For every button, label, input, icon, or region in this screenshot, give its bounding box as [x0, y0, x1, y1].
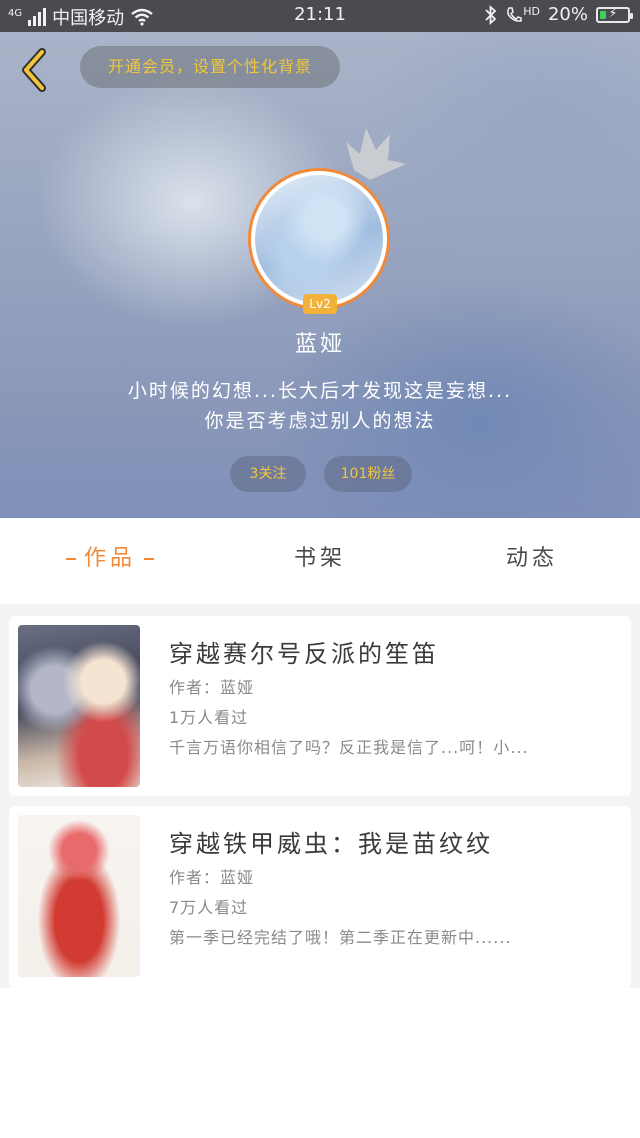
bio-line-2: 你是否考虑过别人的想法 [204, 410, 436, 432]
book-author: 作者：蓝娅 [169, 868, 255, 887]
tab-active-marker-right [144, 558, 154, 560]
battery-percent: 20% [547, 4, 588, 25]
avatar[interactable] [248, 168, 390, 310]
list-item[interactable]: 穿越赛尔号反派的笙笛 作者：蓝娅 1万人看过 千言万语你相信了吗？反正我是信了.… [9, 616, 631, 796]
book-views: 7万人看过 [169, 898, 249, 917]
tab-works-label: 作品 [83, 546, 136, 571]
tab-active-marker-left [65, 558, 76, 560]
profile-header: 开通会员，设置个性化背景 Lv2 蓝娅 小时候的幻想...长大后才发现这是妄想.… [0, 32, 640, 518]
book-title: 穿越铁甲威虫：我是苗纹纹 [169, 830, 493, 858]
tab-bookshelf[interactable]: 书架 [250, 518, 390, 604]
battery-icon: ⚡ [596, 5, 633, 23]
tab-bookshelf-label: 书架 [293, 546, 346, 571]
following-button[interactable]: 3关注 [230, 456, 306, 492]
book-description: 第一季已经完结了哦！第二季正在更新中...... [169, 928, 512, 947]
back-button[interactable] [14, 46, 54, 94]
tab-works[interactable]: 作品 [40, 518, 180, 604]
bio: 小时候的幻想...长大后才发现这是妄想... 你是否考虑过别人的想法 [0, 376, 640, 436]
book-title: 穿越赛尔号反派的笙笛 [169, 640, 439, 668]
book-description: 千言万语你相信了吗？反正我是信了...呵！小... [169, 738, 529, 757]
avatar-image [255, 175, 383, 303]
book-author: 作者：蓝娅 [169, 678, 255, 697]
tab-bar: 作品 书架 动态 [0, 518, 640, 604]
book-cover [18, 815, 140, 977]
tab-activity-label: 动态 [505, 546, 558, 571]
list-item[interactable]: 穿越铁甲威虫：我是苗纹纹 作者：蓝娅 7万人看过 第一季已经完结了哦！第二季正在… [9, 806, 631, 988]
hd-call-indicator: HD [506, 5, 540, 24]
chevron-left-icon [22, 48, 46, 92]
hd-label: HD [523, 5, 540, 18]
bio-line-1: 小时候的幻想...长大后才发现这是妄想... [127, 380, 513, 402]
tab-activity[interactable]: 动态 [462, 518, 602, 604]
battery-cap [630, 12, 633, 19]
book-cover [18, 625, 140, 787]
status-bar: 4G 中国移动 21:11 HD 20% ⚡ [0, 0, 640, 32]
level-badge: Lv2 [303, 294, 337, 314]
bluetooth-icon [485, 4, 497, 25]
nickname: 蓝娅 [294, 332, 345, 357]
charging-icon: ⚡ [608, 5, 618, 20]
call-icon [507, 6, 522, 22]
book-views: 1万人看过 [169, 708, 249, 727]
status-right: HD 20% ⚡ [484, 4, 633, 25]
fans-button[interactable]: 101粉丝 [324, 456, 412, 492]
vip-banner-button[interactable]: 开通会员，设置个性化背景 [80, 46, 340, 88]
